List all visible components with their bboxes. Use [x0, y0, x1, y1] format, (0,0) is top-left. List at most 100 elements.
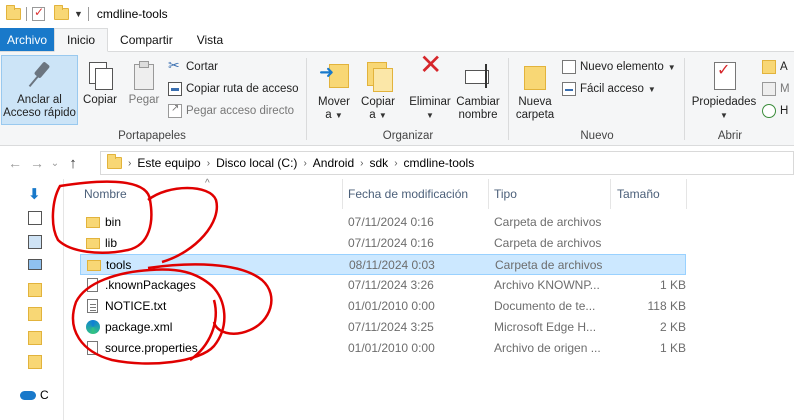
pictures-icon[interactable]	[28, 235, 42, 249]
documents-icon[interactable]	[28, 211, 42, 225]
ribbon: Anclar al Acceso rápido Copiar Pegar Cor…	[0, 52, 794, 146]
column-header-date[interactable]: Fecha de modificación	[348, 187, 468, 201]
copy-button[interactable]: Copiar	[80, 56, 120, 107]
properties-button[interactable]: Propiedades ▼	[690, 56, 758, 122]
rename-button[interactable]: Cambiar nombre	[454, 56, 502, 122]
edit-icon	[762, 82, 776, 96]
copy-to-icon	[363, 60, 393, 92]
file-date: 08/11/2024 0:03	[349, 258, 435, 272]
paste-icon	[131, 60, 157, 90]
column-divider[interactable]	[686, 179, 687, 209]
folder-icon[interactable]	[28, 283, 42, 297]
chevron-down-icon: ▼	[720, 111, 728, 120]
address-bar[interactable]: › Este equipo › Disco local (C:) › Andro…	[100, 151, 794, 175]
breadcrumb-this-pc[interactable]: Este equipo	[137, 156, 200, 170]
customize-toolbar-chevron-icon[interactable]: ▼	[74, 9, 83, 19]
list-item[interactable]: NOTICE.txt 01/01/2010 0:00 Documento de …	[80, 296, 686, 317]
breadcrumb-chevron-icon[interactable]: ›	[128, 158, 131, 169]
list-item[interactable]: .knownPackages 07/11/2024 3:26 Archivo K…	[80, 275, 686, 296]
column-header-type[interactable]: Tipo	[494, 187, 517, 201]
open-icon	[762, 60, 776, 74]
list-item[interactable]: lib 07/11/2024 0:16 Carpeta de archivos	[80, 233, 686, 254]
move-to-button[interactable]: Mover a ▼	[314, 56, 354, 122]
chevron-down-icon: ▼	[378, 111, 387, 120]
up-arrow-icon[interactable]: ↑	[62, 155, 84, 172]
cut-button[interactable]: Cortar	[168, 57, 218, 74]
list-item[interactable]: bin 07/11/2024 0:16 Carpeta de archivos	[80, 212, 686, 233]
file-type: Documento de te...	[494, 299, 596, 313]
tab-home[interactable]: Inicio	[54, 28, 109, 52]
pin-quick-access-button[interactable]: Anclar al Acceso rápido	[1, 55, 78, 125]
new-folder-button[interactable]: Nueva carpeta	[514, 56, 556, 122]
copy-path-label: Copiar ruta de acceso	[186, 83, 299, 95]
pin-icon	[25, 60, 55, 90]
onedrive-cloud-icon[interactable]	[20, 391, 36, 400]
easy-access-icon	[562, 82, 576, 96]
breadcrumb-chevron-icon[interactable]: ›	[360, 158, 363, 169]
paste-button[interactable]: Pegar	[124, 56, 164, 107]
breadcrumb-chevron-icon[interactable]: ›	[394, 158, 397, 169]
tab-file[interactable]: Archivo	[0, 28, 55, 51]
new-folder-icon[interactable]	[54, 5, 69, 20]
new-item-icon	[562, 60, 576, 74]
rename-label-1: Cambiar	[456, 96, 500, 108]
copy-icon	[87, 60, 113, 90]
copy-path-button[interactable]: Copiar ruta de acceso	[168, 82, 299, 96]
downloads-icon[interactable]: ⬇	[28, 185, 42, 203]
breadcrumb-android[interactable]: Android	[313, 156, 354, 170]
file-date: 07/11/2024 0:16	[348, 236, 434, 250]
pin-label-1: Anclar al	[17, 94, 62, 106]
column-header-name[interactable]: Nombre	[84, 187, 127, 201]
tab-view[interactable]: Vista	[185, 28, 235, 51]
list-item[interactable]: source.properties 01/01/2010 0:00 Archiv…	[80, 338, 686, 359]
list-item-selected[interactable]: tools 08/11/2024 0:03 Carpeta de archivo…	[80, 254, 686, 275]
breadcrumb-sdk[interactable]: sdk	[370, 156, 389, 170]
open-label: A	[780, 61, 788, 73]
history-button[interactable]: H	[762, 104, 788, 118]
cut-label: Cortar	[186, 61, 218, 73]
file-name: bin	[105, 215, 122, 229]
column-header-size[interactable]: Tamaño	[617, 187, 660, 201]
organize-group-label: Organizar	[382, 130, 434, 142]
move-label-1: Mover	[318, 96, 350, 108]
breadcrumb-chevron-icon[interactable]: ›	[207, 158, 210, 169]
move-to-icon	[319, 60, 349, 92]
open-button[interactable]: A	[762, 60, 788, 74]
move-label-2: a	[325, 109, 332, 121]
new-folder-label-2: carpeta	[515, 109, 555, 121]
rename-label-2: nombre	[458, 109, 498, 121]
delete-button[interactable]: Eliminar ▼	[406, 56, 454, 122]
breadcrumb-chevron-icon[interactable]: ›	[303, 158, 306, 169]
navigation-bar: ← → ⌄ ↑ › Este equipo › Disco local (C:)…	[0, 147, 794, 179]
breadcrumb-cmdline-tools[interactable]: cmdline-tools	[404, 156, 475, 170]
edit-button[interactable]: M	[762, 82, 790, 96]
file-date: 07/11/2024 3:25	[348, 320, 434, 334]
recent-locations-chevron-icon[interactable]: ⌄	[48, 158, 62, 169]
new-item-button[interactable]: Nuevo elemento ▼	[562, 60, 676, 74]
paste-shortcut-button[interactable]: Pegar acceso directo	[168, 103, 294, 118]
breadcrumb-local-disk[interactable]: Disco local (C:)	[216, 156, 297, 170]
file-list: ^ Nombre Fecha de modificación Tipo Tama…	[80, 178, 794, 420]
properties-icon[interactable]	[32, 5, 45, 21]
list-item[interactable]: package.xml 07/11/2024 3:25 Microsoft Ed…	[80, 317, 686, 338]
forward-arrow-icon[interactable]: →	[26, 155, 48, 171]
column-divider[interactable]	[610, 179, 611, 209]
folder-icon	[87, 260, 101, 271]
title-bar: ▼ cmdline-tools	[0, 0, 794, 28]
column-divider[interactable]	[342, 179, 343, 209]
copy-to-button[interactable]: Copiar a ▼	[358, 56, 398, 122]
folder-icon[interactable]	[6, 5, 21, 20]
this-pc-icon[interactable]	[28, 259, 42, 270]
onedrive-label[interactable]: C	[40, 388, 49, 402]
text-file-icon	[87, 299, 98, 313]
tab-share[interactable]: Compartir	[108, 28, 185, 51]
file-type: Carpeta de archivos	[494, 215, 602, 229]
folder-icon[interactable]	[28, 355, 42, 369]
back-arrow-icon[interactable]: ←	[4, 155, 26, 171]
file-type: Carpeta de archivos	[494, 236, 602, 250]
folder-icon	[107, 154, 122, 169]
column-divider[interactable]	[488, 179, 489, 209]
easy-access-button[interactable]: Fácil acceso ▼	[562, 82, 656, 96]
folder-icon[interactable]	[28, 331, 42, 345]
folder-icon[interactable]	[28, 307, 42, 321]
